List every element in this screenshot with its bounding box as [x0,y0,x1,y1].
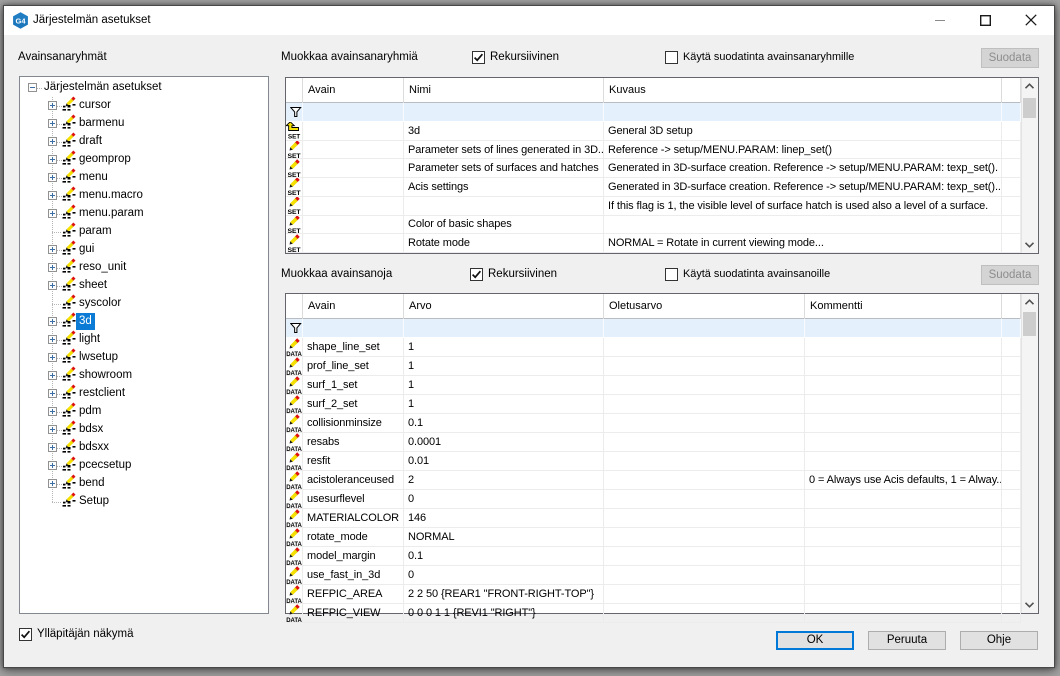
svg-text:DATA: DATA [286,598,302,604]
svg-text:SET: SET [288,247,301,253]
svg-text:DATA: DATA [286,351,302,357]
svg-text:G4: G4 [15,17,26,26]
svg-text:SET: SET [288,153,301,159]
svg-text:DATA: DATA [286,560,302,566]
svg-text:DATA: DATA [286,579,302,585]
svg-text:DATA: DATA [286,541,302,547]
svg-text:DATA: DATA [286,389,302,395]
svg-text:DATA: DATA [286,503,302,509]
svg-text:SET: SET [288,190,301,196]
svg-text:SET: SET [288,228,301,234]
svg-text:DATA: DATA [286,465,302,471]
svg-text:DATA: DATA [286,617,302,623]
svg-text:DATA: DATA [286,427,302,433]
svg-text:DATA: DATA [286,370,302,376]
svg-text:DATA: DATA [286,484,302,490]
svg-text:DATA: DATA [286,408,302,414]
svg-text:DATA: DATA [286,522,302,528]
svg-text:SET: SET [288,134,301,141]
svg-text:DATA: DATA [286,446,302,452]
svg-text:SET: SET [288,172,301,178]
svg-text:SET: SET [288,209,301,215]
